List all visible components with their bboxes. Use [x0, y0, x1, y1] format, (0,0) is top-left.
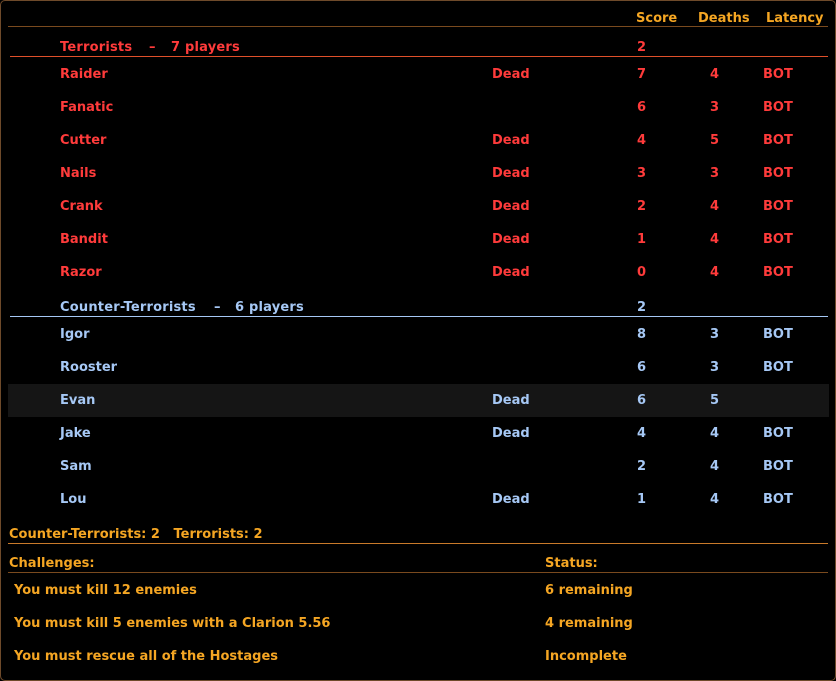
player-latency: BOT: [763, 100, 793, 115]
player-deaths: 4: [710, 459, 720, 474]
column-header-latency: Latency: [766, 11, 824, 26]
player-status: Dead: [492, 232, 530, 247]
player-name: Bandit: [60, 232, 108, 247]
player-deaths: 3: [710, 100, 720, 115]
player-row[interactable]: Fanatic 6 3 BOT: [8, 91, 829, 124]
team-name: Counter-Terrorists: [60, 300, 196, 315]
player-status: Dead: [492, 492, 530, 507]
player-status: Dead: [492, 199, 530, 214]
player-deaths: 4: [710, 232, 720, 247]
player-name: Nails: [60, 166, 97, 181]
player-score: 2: [637, 199, 647, 214]
player-deaths: 4: [710, 492, 720, 507]
team-separator: –: [214, 300, 221, 315]
player-latency: BOT: [763, 265, 793, 280]
player-latency: BOT: [763, 67, 793, 82]
team-name: Terrorists: [60, 40, 133, 55]
player-score: 6: [637, 100, 647, 115]
summary-divider: [8, 543, 828, 544]
player-score: 4: [637, 426, 647, 441]
terrorists-divider: [10, 56, 828, 57]
player-name: Razor: [60, 265, 102, 280]
player-status: Dead: [492, 133, 530, 148]
player-latency: BOT: [763, 232, 793, 247]
player-score: 4: [637, 133, 647, 148]
challenge-status-header: Status:: [545, 556, 598, 571]
player-latency: BOT: [763, 133, 793, 148]
player-name: Lou: [60, 492, 87, 507]
player-latency: BOT: [763, 459, 793, 474]
player-status: Dead: [492, 426, 530, 441]
player-score: 1: [637, 492, 647, 507]
player-deaths: 3: [710, 327, 720, 342]
challenge-status: Incomplete: [545, 649, 627, 664]
player-score: 6: [637, 393, 647, 408]
counter-terrorists-divider: [10, 316, 828, 317]
player-status: Dead: [492, 265, 530, 280]
player-status: Dead: [492, 166, 530, 181]
player-deaths: 4: [710, 199, 720, 214]
player-name: Cutter: [60, 133, 107, 148]
player-name: Evan: [60, 393, 96, 408]
player-deaths: 3: [710, 360, 720, 375]
challenge-status: 6 remaining: [545, 583, 633, 598]
player-row[interactable]: Sam 2 4 BOT: [8, 450, 829, 483]
player-row[interactable]: Igor 8 3 BOT: [8, 318, 829, 351]
player-row[interactable]: Bandit Dead 1 4 BOT: [8, 223, 829, 256]
player-deaths: 4: [710, 67, 720, 82]
team-score: 2: [637, 300, 647, 315]
challenge-status: 4 remaining: [545, 616, 633, 631]
column-header-deaths: Deaths: [698, 11, 750, 26]
challenges-divider: [8, 572, 828, 573]
player-score: 1: [637, 232, 647, 247]
player-latency: BOT: [763, 199, 793, 214]
player-row[interactable]: Crank Dead 2 4 BOT: [8, 190, 829, 223]
team-score: 2: [637, 40, 647, 55]
player-name: Fanatic: [60, 100, 114, 115]
player-latency: BOT: [763, 166, 793, 181]
column-header-score: Score: [636, 11, 678, 26]
team-player-count: 6 players: [235, 300, 304, 315]
player-deaths: 5: [710, 393, 720, 408]
player-row[interactable]: Raider Dead 7 4 BOT: [8, 58, 829, 91]
player-latency: BOT: [763, 360, 793, 375]
player-row[interactable]: Evan Dead 6 5: [8, 384, 829, 417]
player-deaths: 3: [710, 166, 720, 181]
player-score: 2: [637, 459, 647, 474]
player-name: Rooster: [60, 360, 118, 375]
player-latency: BOT: [763, 426, 793, 441]
player-deaths: 5: [710, 133, 720, 148]
player-row[interactable]: Cutter Dead 4 5 BOT: [8, 124, 829, 157]
challenge-text: You must kill 5 enemies with a Clarion 5…: [14, 616, 331, 631]
player-status: Dead: [492, 67, 530, 82]
player-row[interactable]: Lou Dead 1 4 BOT: [8, 483, 829, 516]
player-row[interactable]: Nails Dead 3 3 BOT: [8, 157, 829, 190]
player-row[interactable]: Razor Dead 0 4 BOT: [8, 256, 829, 289]
player-score: 8: [637, 327, 647, 342]
player-name: Sam: [60, 459, 92, 474]
team-separator: –: [149, 40, 156, 55]
player-row[interactable]: Rooster 6 3 BOT: [8, 351, 829, 384]
player-latency: BOT: [763, 327, 793, 342]
scoreboard-panel: Score Deaths Latency Terrorists – 7 play…: [0, 0, 836, 681]
player-score: 0: [637, 265, 647, 280]
header-divider: [8, 26, 828, 27]
player-status: Dead: [492, 393, 530, 408]
player-name: Igor: [60, 327, 90, 342]
player-name: Raider: [60, 67, 108, 82]
player-deaths: 4: [710, 426, 720, 441]
player-row[interactable]: Jake Dead 4 4 BOT: [8, 417, 829, 450]
player-score: 3: [637, 166, 647, 181]
challenge-text: You must rescue all of the Hostages: [14, 649, 279, 664]
player-score: 7: [637, 67, 647, 82]
challenge-text: You must kill 12 enemies: [14, 583, 197, 598]
player-deaths: 4: [710, 265, 720, 280]
team-score-summary: Counter-Terrorists: 2 Terrorists: 2: [9, 527, 263, 542]
player-latency: BOT: [763, 492, 793, 507]
team-player-count: 7 players: [171, 40, 240, 55]
player-name: Crank: [60, 199, 103, 214]
player-name: Jake: [60, 426, 91, 441]
challenges-header: Challenges:: [9, 556, 95, 571]
player-score: 6: [637, 360, 647, 375]
